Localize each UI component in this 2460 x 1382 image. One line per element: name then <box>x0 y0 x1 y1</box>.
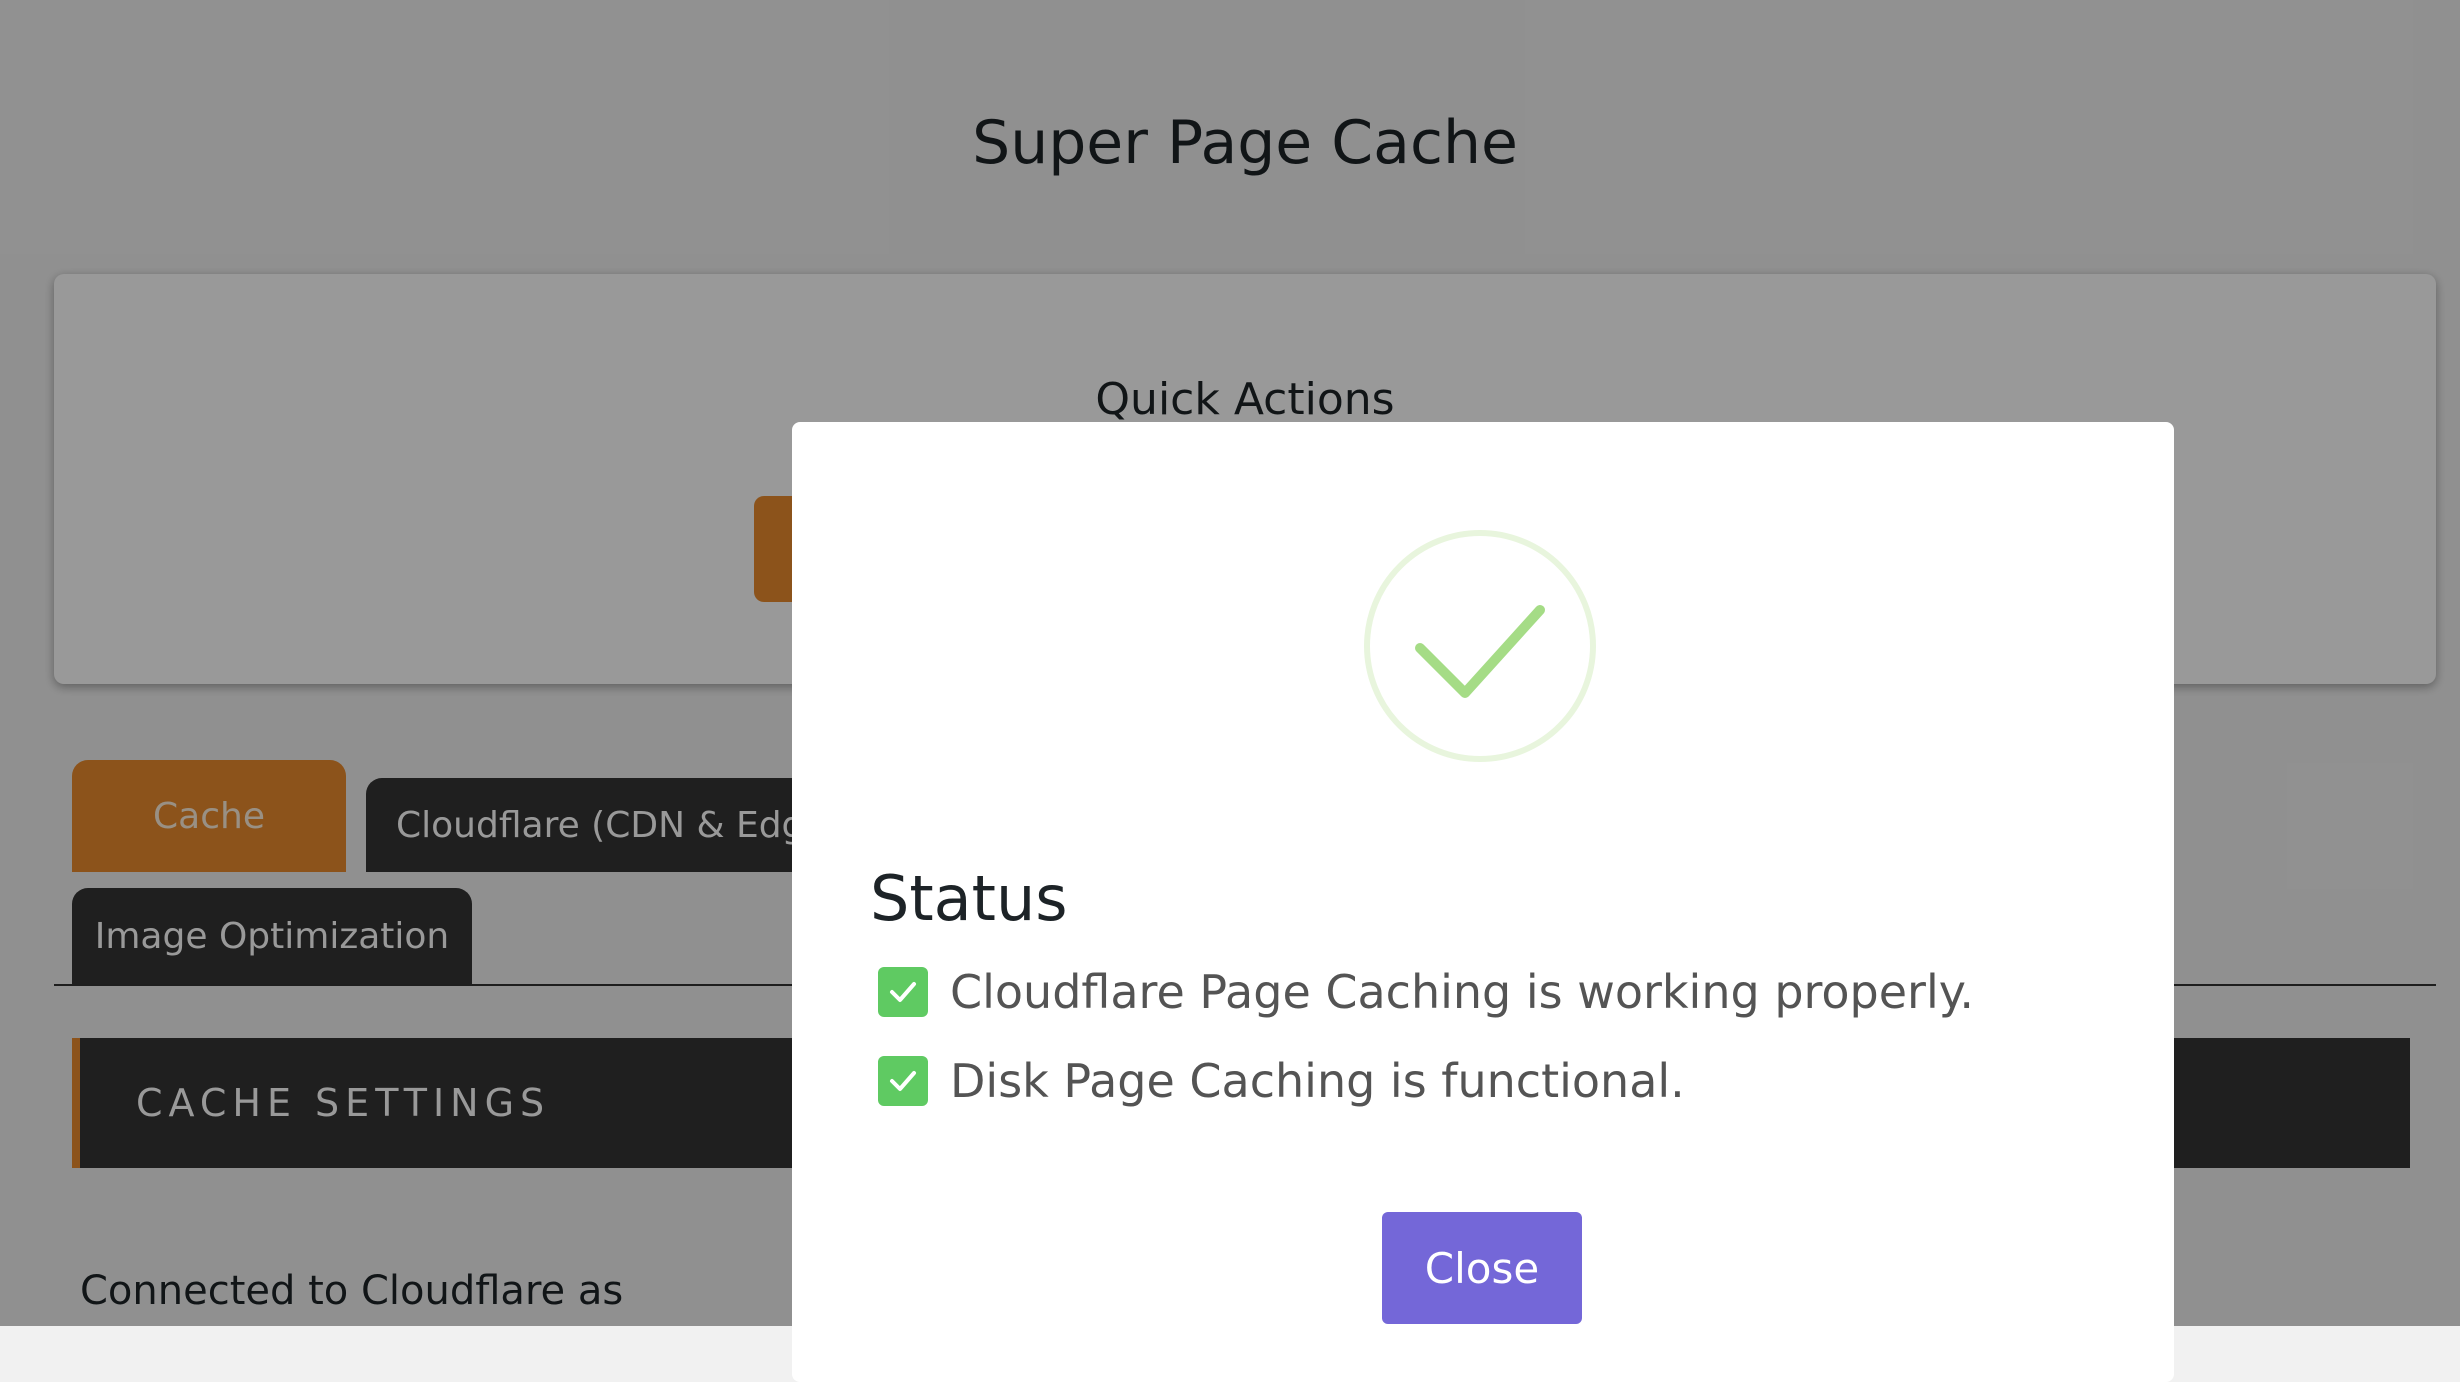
status-modal: Status Cloudflare Page Caching is workin… <box>792 422 2174 1382</box>
status-item-disk: Disk Page Caching is functional. <box>878 1046 1685 1116</box>
status-item-text: Disk Page Caching is functional. <box>950 1054 1685 1108</box>
status-item-text: Cloudflare Page Caching is working prope… <box>950 965 1975 1019</box>
success-check-icon <box>1362 528 1598 764</box>
check-box-icon <box>878 967 928 1017</box>
status-heading: Status <box>870 862 1068 935</box>
close-button[interactable]: Close <box>1382 1212 1582 1324</box>
check-box-icon <box>878 1056 928 1106</box>
status-item-cloudflare: Cloudflare Page Caching is working prope… <box>878 957 1974 1027</box>
